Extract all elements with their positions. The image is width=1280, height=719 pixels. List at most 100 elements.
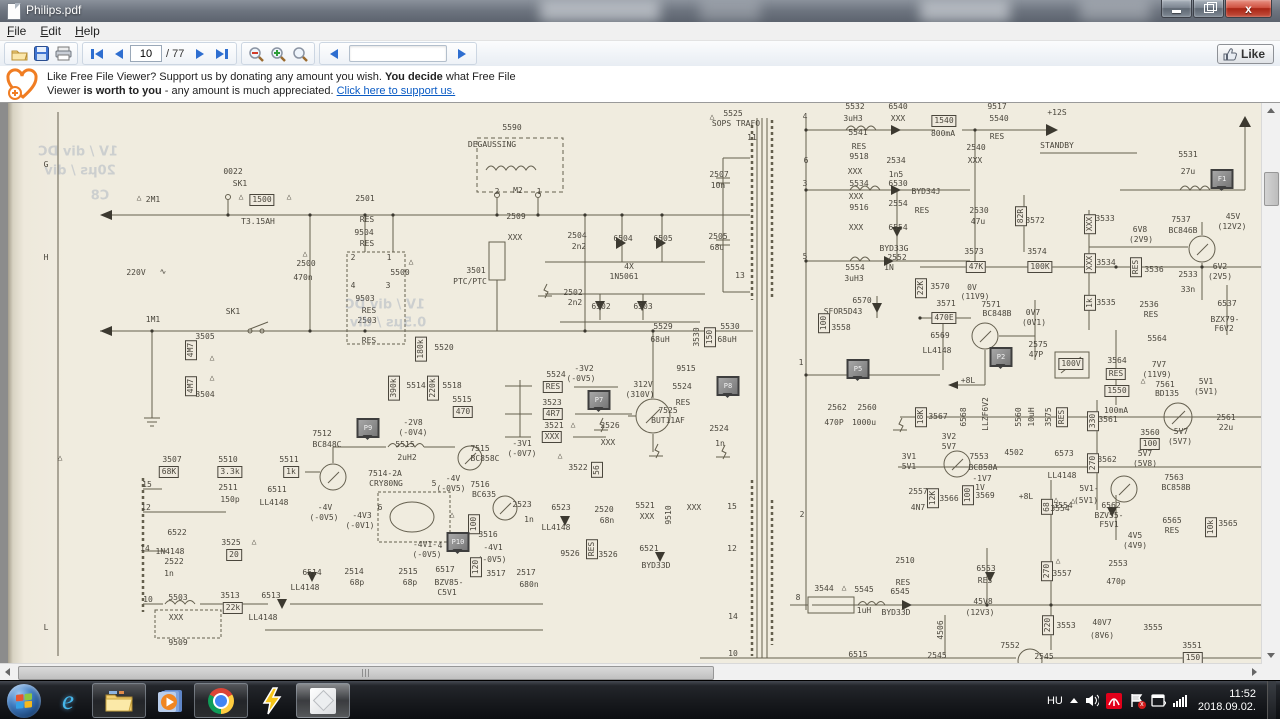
taskbar-file-viewer[interactable] [296, 683, 350, 718]
page-nav-group: / 77 [82, 42, 238, 65]
magnifier-icon [293, 46, 308, 62]
media-player-icon [158, 689, 182, 712]
banner-text: Like Free File Viewer? Support us by don… [47, 70, 516, 98]
like-button[interactable]: Like [1216, 44, 1274, 64]
vertical-scrollbar[interactable] [1261, 103, 1280, 663]
slider-right-icon [458, 48, 467, 59]
glass-reflection [920, 0, 1010, 22]
down-arrow-icon [1266, 653, 1275, 662]
winamp-lightning-icon [262, 686, 282, 714]
menu-help[interactable]: Help [68, 23, 107, 39]
taskbar-media-player[interactable] [150, 684, 190, 717]
scroll-left-button[interactable] [0, 664, 15, 680]
like-label: Like [1240, 47, 1265, 61]
pdf-viewport [0, 103, 1280, 680]
hidden-icons-button[interactable] [1069, 694, 1078, 703]
network-signal-icon[interactable] [1172, 694, 1187, 707]
scroll-right-button[interactable] [1247, 664, 1262, 680]
volume-icon[interactable] [1085, 694, 1099, 707]
left-arrow-icon [1, 668, 10, 676]
avira-icon[interactable] [1105, 692, 1122, 709]
taskbar-chrome[interactable] [194, 683, 248, 718]
slider-left-icon [330, 48, 339, 59]
taskbar-explorer[interactable] [92, 683, 146, 718]
scroll-down-button[interactable] [1262, 648, 1279, 663]
slider-left-button[interactable] [323, 44, 345, 63]
horizontal-scrollbar[interactable] [0, 663, 1262, 681]
restore-icon [1203, 2, 1217, 13]
scrollbar-corner [1262, 663, 1280, 680]
previous-page-icon [115, 48, 123, 59]
donation-banner: Like Free File Viewer? Support us by don… [0, 66, 1280, 103]
title-bar[interactable]: Philips.pdf x [0, 0, 1280, 22]
close-button[interactable]: x [1225, 0, 1272, 18]
action-center-flag-icon[interactable]: x [1129, 693, 1146, 709]
restore-button[interactable] [1193, 0, 1224, 18]
banner-line1: Like Free File Viewer? Support us by don… [47, 71, 385, 83]
horizontal-scroll-thumb[interactable] [18, 666, 714, 680]
vertical-scroll-thumb[interactable] [1264, 172, 1279, 206]
windows-update-icon[interactable] [1151, 693, 1166, 708]
window-title: Philips.pdf [26, 3, 82, 17]
zoom-out-button[interactable] [245, 44, 267, 63]
save-button[interactable] [30, 44, 52, 63]
banner-line1c: what Free File [442, 71, 516, 83]
system-tray: HU x 11:52 2018.09.02. [1047, 681, 1280, 719]
save-floppy-icon [33, 46, 49, 61]
menu-file[interactable]: File [0, 23, 33, 39]
show-desktop-button[interactable] [1267, 681, 1276, 719]
close-icon: x [1245, 1, 1252, 16]
minimize-icon [1172, 10, 1181, 13]
previous-page-button[interactable] [108, 44, 130, 63]
taskbar-internet-explorer[interactable]: e [48, 684, 88, 717]
language-indicator[interactable]: HU [1047, 695, 1063, 707]
page-total-label: / 77 [166, 47, 185, 60]
page-number-input[interactable] [130, 45, 162, 62]
chrome-icon [208, 687, 234, 714]
clock-date: 2018.09.02. [1197, 700, 1256, 713]
first-page-button[interactable] [86, 44, 108, 63]
file-group [4, 42, 78, 65]
scroll-up-button[interactable] [1262, 103, 1279, 118]
next-page-button[interactable] [189, 44, 211, 63]
zoom-tool-button[interactable] [289, 44, 311, 63]
minimize-button[interactable] [1161, 0, 1192, 18]
zoom-slider-group [319, 42, 478, 65]
zoom-slider[interactable] [349, 45, 448, 62]
toolbar: / 77 [0, 41, 1280, 67]
start-button[interactable] [4, 683, 44, 718]
printer-icon [55, 46, 71, 61]
clock[interactable]: 11:52 2018.09.02. [1198, 688, 1256, 714]
open-folder-icon [11, 50, 28, 60]
glass-reflection [1080, 0, 1150, 22]
print-button[interactable] [52, 44, 74, 63]
first-page-icon [91, 48, 103, 59]
right-arrow-icon [1252, 668, 1261, 676]
clock-time: 11:52 [1229, 687, 1256, 700]
zoom-out-icon [249, 46, 264, 62]
up-arrow-icon [1266, 104, 1275, 113]
desktop: G H L △ 2M1 0022 SK1 △ 1500 △ T3.15AH 2501 RES 9504 RE… [0, 0, 1280, 719]
file-viewer-icon [310, 687, 336, 714]
open-button[interactable] [8, 44, 30, 63]
heart-plus-icon [6, 68, 38, 100]
slider-right-button[interactable] [451, 44, 473, 63]
last-page-button[interactable] [211, 44, 233, 63]
thumbs-up-icon [1223, 47, 1237, 60]
glass-reflection [540, 0, 660, 22]
zoom-in-button[interactable] [267, 44, 289, 63]
pdf-page [8, 103, 1262, 663]
banner-bold2: is worth to you [83, 85, 162, 97]
next-page-icon [196, 48, 205, 59]
folder-icon [105, 690, 133, 711]
menu-bar: File Edit Help [0, 22, 1280, 41]
banner-line2c: - any amount is much appreciated. [161, 85, 337, 97]
taskbar: e HU x 11:52 2018.09.02. [0, 680, 1280, 719]
taskbar-winamp[interactable] [252, 684, 292, 717]
windows-start-icon [7, 683, 41, 718]
menu-edit[interactable]: Edit [33, 23, 68, 39]
internet-explorer-icon: e [62, 685, 74, 715]
glass-reflection [700, 0, 760, 22]
zoom-group [241, 42, 316, 65]
support-link[interactable]: Click here to support us. [337, 85, 456, 97]
